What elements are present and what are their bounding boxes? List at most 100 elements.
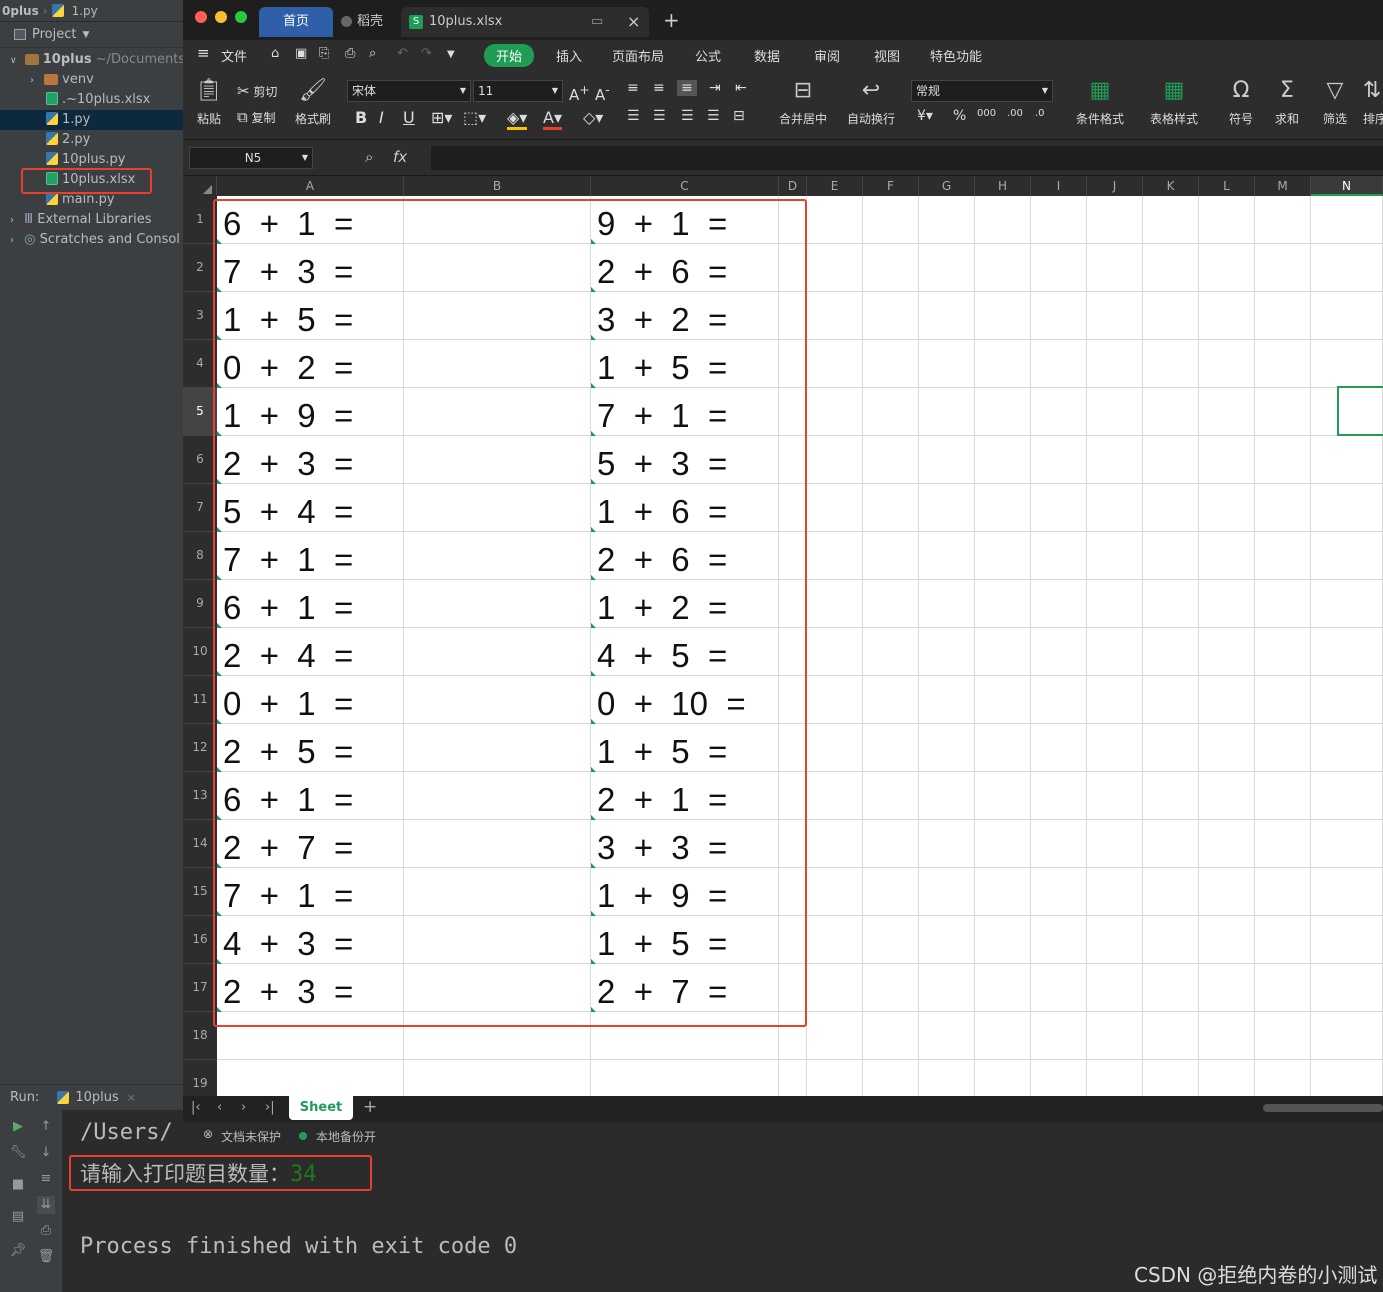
breadcrumb-file[interactable]: 1.py: [72, 4, 98, 18]
merge-center-button[interactable]: ⊟ 合并居中: [773, 78, 833, 127]
name-box[interactable]: N5 ▼: [189, 147, 313, 169]
italic-icon[interactable]: I: [379, 108, 384, 127]
outdent-icon[interactable]: ⇤: [735, 80, 747, 96]
row-header[interactable]: 16: [183, 916, 217, 964]
prev-sheet-icon[interactable]: ‹: [217, 1100, 222, 1115]
save-icon[interactable]: ▣: [295, 46, 307, 61]
menu-insert[interactable]: 插入: [556, 46, 582, 65]
row-header[interactable]: 7: [183, 484, 217, 532]
hamburger-icon[interactable]: ≡: [197, 44, 210, 62]
dropdown-arrow-icon[interactable]: ▼: [82, 30, 89, 40]
borders-icon[interactable]: ⊞▾: [431, 108, 452, 127]
function-icon[interactable]: fx: [393, 148, 407, 166]
open-icon[interactable]: ⌂: [271, 46, 279, 61]
breadcrumb-project[interactable]: 0plus: [2, 4, 39, 18]
currency-icon[interactable]: ¥▾: [917, 108, 933, 124]
column-header[interactable]: D: [779, 176, 807, 196]
column-header[interactable]: C: [591, 176, 779, 196]
menu-page-layout[interactable]: 页面布局: [612, 46, 664, 65]
stop-icon[interactable]: ■: [9, 1176, 27, 1194]
filter-button[interactable]: ▽ 筛选: [1317, 78, 1353, 127]
export-icon[interactable]: ⎘: [319, 46, 329, 61]
fill-style-icon[interactable]: ⬚▾: [463, 108, 486, 127]
column-header[interactable]: M: [1255, 176, 1311, 196]
scroll-to-end-icon[interactable]: ⇊: [37, 1196, 55, 1214]
chevron-right-icon[interactable]: ›: [30, 75, 34, 86]
column-header[interactable]: F: [863, 176, 919, 196]
thousands-icon[interactable]: 000: [977, 108, 996, 119]
project-view-selector[interactable]: Project: [32, 27, 76, 42]
font-name-select[interactable]: 宋体 ▼: [347, 80, 471, 102]
row-header[interactable]: 10: [183, 628, 217, 676]
tree-item-10plus[interactable]: ∨ 10plus ~/Documents/: [0, 50, 183, 70]
wrench-icon[interactable]: 🔧︎: [9, 1144, 27, 1162]
sort-button[interactable]: ⇅ 排序: [1363, 78, 1383, 127]
menu-home[interactable]: 开始: [484, 44, 535, 67]
tab-home[interactable]: 首页: [259, 7, 333, 37]
increase-font-icon[interactable]: A+: [569, 82, 590, 104]
column-header[interactable]: E: [807, 176, 863, 196]
column-header[interactable]: G: [919, 176, 975, 196]
undo-icon[interactable]: ↶: [397, 46, 408, 61]
row-header[interactable]: 17: [183, 964, 217, 1012]
close-window-button[interactable]: [195, 11, 207, 23]
column-header[interactable]: H: [975, 176, 1031, 196]
column-header[interactable]: K: [1143, 176, 1199, 196]
row-header[interactable]: 14: [183, 820, 217, 868]
trash-icon[interactable]: 🗑︎: [37, 1248, 55, 1266]
table-style-button[interactable]: ▦ 表格样式: [1143, 78, 1205, 127]
wrap-text-button[interactable]: ↩ 自动换行: [845, 78, 897, 127]
underline-icon[interactable]: U: [403, 108, 415, 127]
maximize-window-button[interactable]: [235, 11, 247, 23]
justify-icon[interactable]: ☰: [707, 108, 720, 124]
menu-review[interactable]: 审阅: [814, 46, 840, 65]
last-sheet-icon[interactable]: ›|: [265, 1100, 275, 1115]
horizontal-scrollbar[interactable]: [1263, 1104, 1383, 1112]
protect-status[interactable]: 文档未保护: [221, 1128, 281, 1145]
tree-item-scratches[interactable]: › ◎ Scratches and Consol: [0, 230, 183, 250]
format-painter-button[interactable]: 🖌︎ 格式刷: [293, 78, 333, 127]
layout-icon[interactable]: ▤: [9, 1208, 27, 1226]
soft-wrap-icon[interactable]: ≡: [37, 1170, 55, 1188]
decrease-font-icon[interactable]: A-: [595, 82, 610, 104]
zoom-search-icon[interactable]: ⌕: [365, 148, 373, 166]
pin-icon[interactable]: 📌︎: [9, 1242, 27, 1260]
align-center-icon[interactable]: ☰: [653, 108, 666, 124]
row-header[interactable]: 8: [183, 532, 217, 580]
column-header[interactable]: L: [1199, 176, 1255, 196]
preview-icon[interactable]: ⌕: [369, 46, 376, 61]
tree-item-1py[interactable]: 1.py: [0, 110, 183, 130]
tree-item-10plus-py[interactable]: 10plus.py: [0, 150, 183, 170]
rerun-icon[interactable]: ▶: [9, 1118, 27, 1136]
tab-docer[interactable]: 稻壳: [335, 7, 401, 37]
clear-icon[interactable]: ◇▾: [583, 108, 603, 127]
selected-cell-n5[interactable]: [1337, 386, 1383, 436]
window-mode-icon[interactable]: ▭: [591, 7, 603, 37]
row-header[interactable]: 3: [183, 292, 217, 340]
menu-data[interactable]: 数据: [754, 46, 780, 65]
menu-view[interactable]: 视图: [874, 46, 900, 65]
sheet-tab[interactable]: Sheet: [289, 1096, 353, 1120]
percent-icon[interactable]: %: [953, 108, 966, 124]
scroll-down-icon[interactable]: ↓: [37, 1144, 55, 1162]
fill-color-icon[interactable]: ◈▾: [507, 108, 528, 130]
menu-features[interactable]: 特色功能: [930, 46, 982, 65]
menu-file[interactable]: 文件: [221, 46, 247, 65]
align-bottom-icon[interactable]: ≡: [677, 80, 697, 96]
font-size-select[interactable]: 11 ▼: [473, 80, 563, 102]
run-config-tab[interactable]: 10plus: [75, 1090, 118, 1105]
close-icon[interactable]: ×: [127, 1091, 136, 1104]
paste-button[interactable]: 📋︎ 粘贴: [191, 78, 227, 127]
chevron-down-icon[interactable]: ∨: [10, 56, 17, 66]
new-tab-button[interactable]: +: [663, 8, 680, 32]
column-header[interactable]: J: [1087, 176, 1143, 196]
cut-button[interactable]: ✂ 剪切: [237, 82, 277, 100]
formula-input[interactable]: [431, 146, 1383, 170]
print-icon[interactable]: ⎙: [345, 46, 355, 61]
tab-10plus-xlsx[interactable]: S 10plus.xlsx ▭ ×: [401, 7, 649, 37]
row-header[interactable]: 9: [183, 580, 217, 628]
next-sheet-icon[interactable]: ›: [241, 1100, 246, 1115]
align-middle-icon[interactable]: ≡: [653, 80, 665, 96]
row-header[interactable]: 18: [183, 1012, 217, 1060]
decrease-decimal-icon[interactable]: .0: [1035, 108, 1045, 119]
